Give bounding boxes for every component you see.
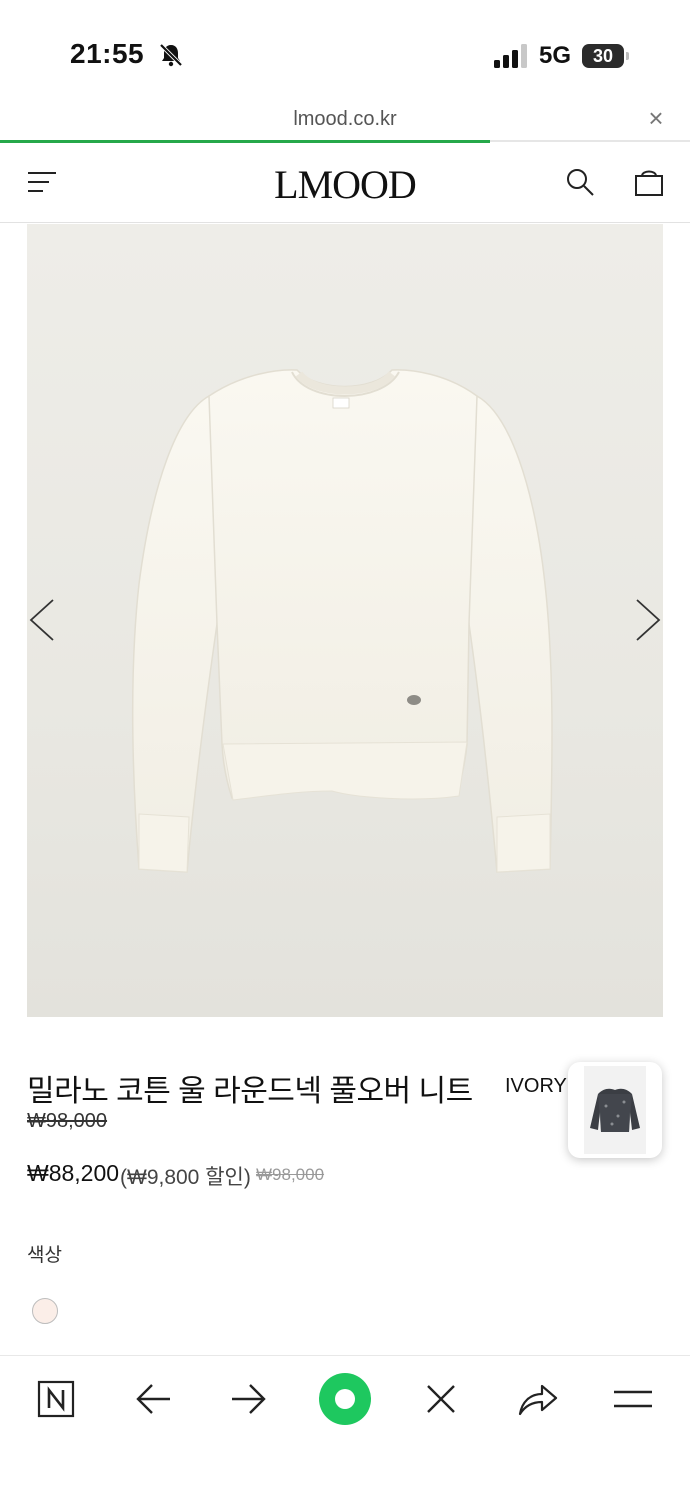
close-icon[interactable] (418, 1376, 464, 1422)
shopping-bag-icon[interactable] (634, 167, 664, 197)
site-header: LMOOD (0, 143, 690, 223)
struck-price: ₩98,000 (256, 1165, 325, 1184)
share-icon[interactable] (514, 1376, 560, 1422)
recent-product-image (584, 1066, 646, 1154)
forward-icon[interactable] (226, 1376, 272, 1422)
discount-note: (₩9,800 할인) (120, 1166, 251, 1189)
url-bar[interactable]: lmood.co.kr × (0, 100, 690, 142)
browser-bottom-toolbar (0, 1355, 690, 1500)
menu-icon[interactable] (610, 1376, 656, 1422)
product-name: 밀라노 코튼 울 라운드넥 풀오버 니트 (27, 1075, 473, 1108)
network-label: 5G (539, 42, 572, 69)
prev-image-arrow-icon[interactable] (27, 598, 57, 642)
product-image[interactable] (27, 224, 663, 1017)
color-swatch-ivory[interactable] (32, 1298, 58, 1324)
status-time: 21:55 (70, 38, 145, 69)
signal-icon (494, 44, 527, 68)
sale-price: ₩88,200 (27, 1160, 120, 1186)
battery-nub (626, 52, 629, 60)
bell-muted-icon (159, 43, 183, 67)
next-image-arrow-icon[interactable] (633, 598, 663, 642)
status-bar: 21:55 5G 30 (0, 0, 690, 100)
naver-icon[interactable] (33, 1376, 79, 1422)
sweater-illustration (131, 369, 553, 873)
product-color-tag: IVORY (505, 1075, 567, 1097)
recently-viewed-thumbnail[interactable] (568, 1062, 662, 1158)
original-price: ₩98,000 (27, 1110, 108, 1132)
back-icon[interactable] (130, 1376, 176, 1422)
close-icon[interactable]: × (644, 105, 668, 131)
battery-icon: 30 (582, 44, 624, 68)
home-icon[interactable] (318, 1372, 372, 1426)
color-label: 색상 (27, 1245, 62, 1266)
search-icon[interactable] (565, 167, 595, 197)
url-text[interactable]: lmood.co.kr (0, 108, 690, 131)
